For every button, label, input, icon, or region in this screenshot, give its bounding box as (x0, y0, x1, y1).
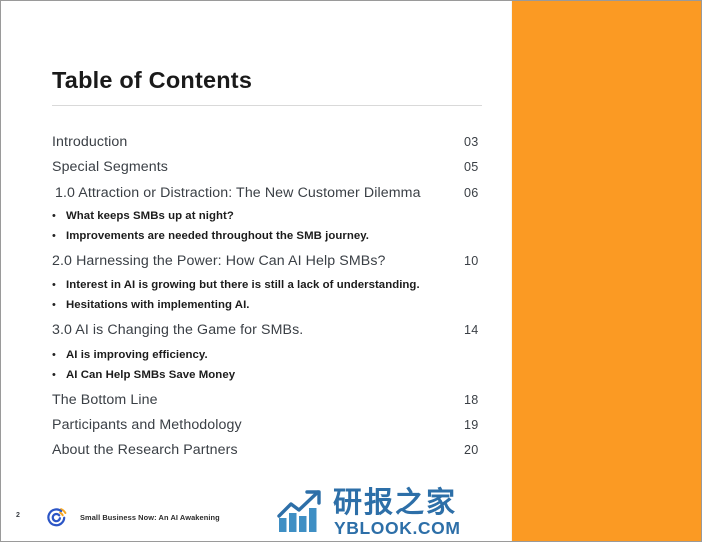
toc-entry-title: About the Research Partners (52, 442, 238, 458)
footer-document-title: Small Business Now: An AI Awakening (80, 513, 220, 522)
title-divider (52, 105, 482, 106)
toc-entry-title: Introduction (52, 134, 128, 150)
toc-entry-title: 3.0 AI is Changing the Game for SMBs. (52, 322, 304, 338)
orange-accent-panel (511, 1, 701, 541)
watermark-chinese-text: 研报之家 (333, 485, 458, 519)
toc-sub-item-label: Improvements are needed throughout the S… (66, 230, 369, 242)
toc-entry[interactable]: Introduction 03 (52, 134, 482, 152)
toc-entry-page-number: 20 (464, 443, 479, 457)
toc-entry[interactable]: 3.0 AI is Changing the Game for SMBs. 14 (52, 322, 482, 340)
watermark: 研报之家 YBLOOK.COM (277, 484, 467, 540)
toc-entry-page-number: 14 (464, 323, 479, 337)
toc-entry-page-number: 05 (464, 160, 479, 174)
bullet-icon: • (52, 369, 56, 381)
toc-entry-page-number: 03 (464, 135, 479, 149)
bullet-icon: • (52, 349, 56, 361)
toc-entry[interactable]: 2.0 Harnessing the Power: How Can AI Hel… (52, 253, 482, 271)
toc-entry[interactable]: Special Segments 05 (52, 159, 482, 177)
toc-entry-title: 2.0 Harnessing the Power: How Can AI Hel… (52, 253, 386, 269)
toc-sub-item-label: Interest in AI is growing but there is s… (66, 279, 420, 291)
toc-entry[interactable]: About the Research Partners 20 (52, 442, 482, 460)
toc-entry-page-number: 19 (464, 418, 479, 432)
bar-chart-arrow-icon (277, 490, 329, 534)
toc-entry-page-number: 06 (464, 186, 479, 200)
toc-entry[interactable]: 1.0 Attraction or Distraction: The New C… (52, 185, 482, 203)
toc-entry-title: Special Segments (52, 159, 168, 175)
bullet-icon: • (52, 299, 56, 311)
constant-contact-spiral-logo-icon (46, 506, 69, 529)
footer-page-number: 2 (16, 512, 20, 519)
watermark-domain-text: YBLOOK.COM (334, 518, 461, 538)
bullet-icon: • (52, 230, 56, 242)
bullet-icon: • (52, 279, 56, 291)
document-page: Table of Contents Introduction 03 Special … (0, 0, 702, 542)
page-title: Table of Contents (52, 67, 253, 93)
toc-sub-item-label: What keeps SMBs up at night? (66, 210, 234, 222)
toc-sub-item-label: Hesitations with implementing AI. (66, 299, 250, 311)
toc-entry[interactable]: Participants and Methodology 19 (52, 417, 482, 435)
bullet-icon: • (52, 210, 56, 222)
toc-entry-page-number: 10 (464, 254, 479, 268)
toc-entry-title: Participants and Methodology (52, 417, 242, 433)
toc-sub-item-label: AI Can Help SMBs Save Money (66, 369, 236, 381)
toc-entry[interactable]: The Bottom Line 18 (52, 392, 482, 410)
toc-entry-title: The Bottom Line (52, 392, 158, 408)
toc-entry-title: 1.0 Attraction or Distraction: The New C… (55, 185, 421, 201)
orange-panel-edge (511, 1, 512, 541)
toc-entry-page-number: 18 (464, 393, 479, 407)
toc-sub-item-label: AI is improving efficiency. (66, 349, 208, 361)
